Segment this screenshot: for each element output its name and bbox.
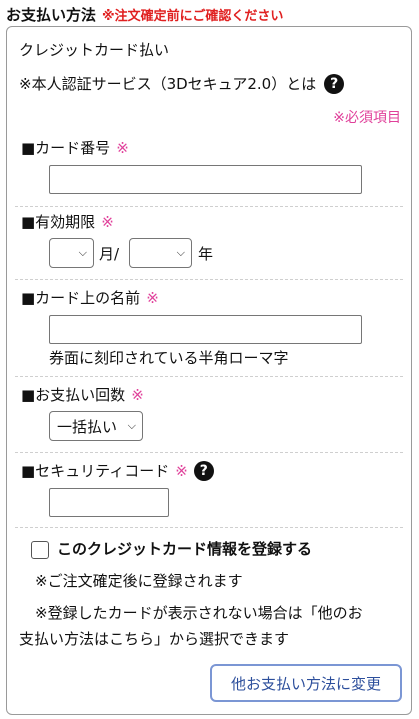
divider — [15, 527, 403, 528]
required-note: ※必須項目 — [333, 110, 401, 126]
card-name-hint: 券面に刻印されている半角ローマ字 — [49, 349, 289, 367]
security-code-label-text: ■セキュリティコード — [21, 462, 170, 480]
divider — [15, 206, 403, 207]
chevron-down-icon: ⌵ — [78, 246, 87, 259]
security-code-label: ■セキュリティコード ※ ? — [21, 460, 214, 481]
confirm-warning: ※注文確定前にご確認ください — [102, 9, 284, 24]
card-name-input[interactable] — [49, 315, 362, 344]
required-mark: ※ — [116, 138, 129, 157]
section-header: お支払い方法 ※注文確定前にご確認ください — [6, 4, 283, 25]
change-payment-method-button[interactable]: 他お支払い方法に変更 — [210, 664, 402, 702]
card-number-label-text: ■カード番号 — [21, 139, 111, 157]
card-name-label: ■カード上の名前 ※ — [21, 287, 159, 308]
required-mark: ※ — [175, 461, 188, 480]
chevron-down-icon: ⌵ — [176, 246, 185, 259]
register-note: ※ご注文確定後に登録されます — [35, 572, 243, 590]
divider — [15, 452, 403, 453]
installments-label: ■お支払い回数 ※ — [21, 384, 144, 405]
section-title: お支払い方法 — [6, 6, 97, 24]
register-help-line1: ※登録したカードが表示されない場合は「他のお — [35, 604, 363, 622]
expiry-year-select[interactable]: ⌵ — [129, 238, 192, 268]
3d-secure-info: ※本人認証サービス（3Dセキュア2.0）とは ? — [19, 73, 345, 94]
register-card-label[interactable]: このクレジットカード情報を登録する — [57, 538, 312, 559]
register-card-checkbox[interactable] — [31, 541, 49, 559]
expiry-label: ■有効期限 ※ — [21, 211, 114, 232]
card-name-label-text: ■カード上の名前 — [21, 289, 141, 307]
required-mark: ※ — [131, 385, 144, 404]
installments-value: 一括払い — [57, 417, 118, 436]
divider — [15, 279, 403, 280]
year-unit: 年 — [198, 245, 214, 263]
security-code-input[interactable] — [49, 488, 169, 517]
payment-panel: クレジットカード払い ※本人認証サービス（3Dセキュア2.0）とは ? ※必須項… — [6, 26, 412, 715]
required-mark: ※ — [101, 212, 114, 231]
expiry-label-text: ■有効期限 — [21, 213, 96, 231]
question-circle-icon[interactable]: ? — [193, 460, 214, 481]
payment-method-title: クレジットカード払い — [19, 41, 170, 59]
card-number-input[interactable] — [49, 165, 362, 194]
register-help-line2: 支払い方法はこちら」から選択できます — [19, 630, 290, 648]
chevron-down-icon: ⌵ — [127, 419, 136, 432]
3d-secure-text: ※本人認証サービス（3Dセキュア2.0）とは — [19, 75, 317, 93]
question-circle-icon[interactable]: ? — [324, 73, 345, 94]
installments-label-text: ■お支払い回数 — [21, 386, 126, 404]
expiry-month-select[interactable]: ⌵ — [49, 238, 94, 268]
divider — [15, 376, 403, 377]
required-mark: ※ — [146, 288, 159, 307]
card-number-label: ■カード番号 ※ — [21, 137, 129, 158]
month-unit: 月/ — [99, 245, 120, 263]
installments-select[interactable]: 一括払い ⌵ — [49, 411, 143, 441]
